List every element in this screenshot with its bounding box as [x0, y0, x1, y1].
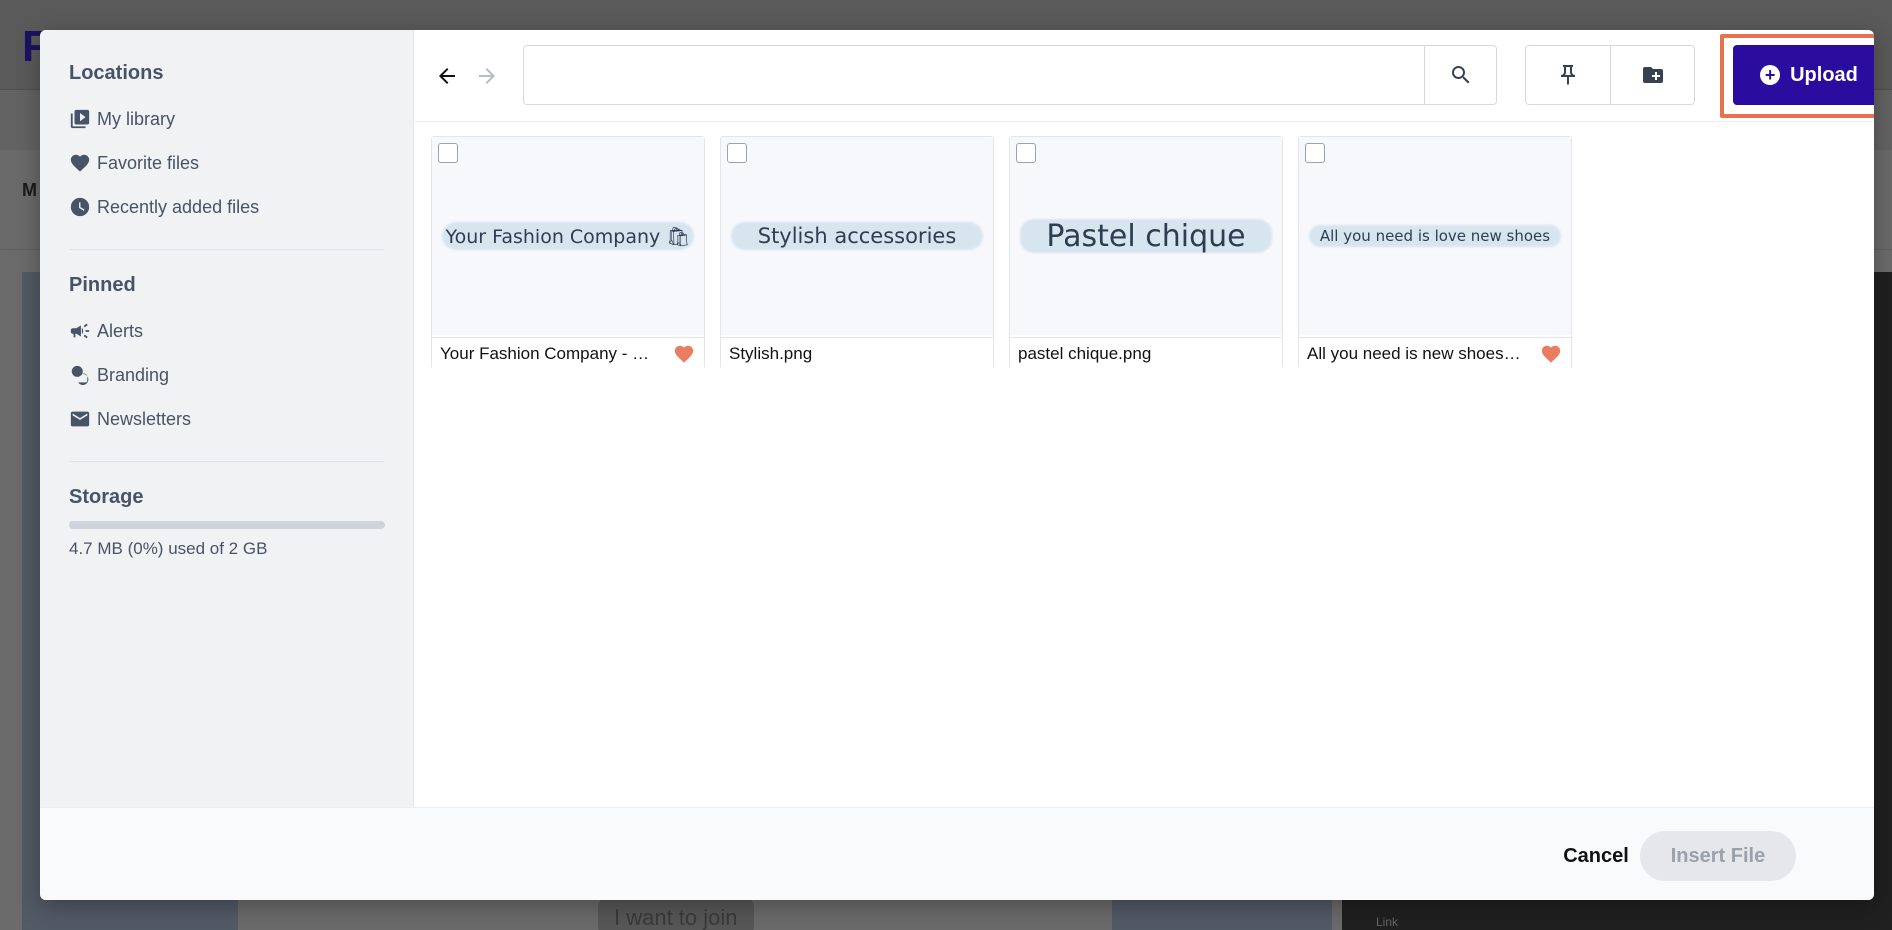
file-card[interactable]: All you need is love new shoes All you n… [1298, 136, 1572, 369]
folder-plus-icon [1642, 67, 1663, 83]
sidebar: Locations My library Favorite files Rece… [40, 30, 414, 807]
stamp-icon [69, 364, 91, 386]
file-label: pastel chique.png [1010, 337, 1282, 369]
file-picker-modal: Locations My library Favorite files Rece… [40, 30, 1874, 900]
clock-icon [69, 196, 91, 218]
background-menu-text: M [22, 180, 37, 200]
file-label: Stylish.png [721, 337, 993, 369]
search-icon [1451, 66, 1469, 84]
thumbnail-text: Your Fashion Company 🛍 [445, 225, 691, 248]
file-card[interactable]: Your Fashion Company 🛍 Your Fashion Comp… [431, 136, 705, 369]
main-panel: + Upload Your Fashion Company 🛍 Your Fas… [415, 30, 1874, 807]
storage-heading: Storage [69, 486, 144, 508]
pinned-heading: Pinned [69, 274, 136, 296]
search-box [523, 45, 1497, 105]
file-name: All you need is new shoes… [1307, 343, 1521, 363]
thumbnail-text: Stylish accessories [757, 224, 957, 248]
new-folder-button[interactable] [1610, 46, 1694, 104]
heart-icon [69, 152, 91, 174]
file-label: Your Fashion Company - … [432, 337, 704, 369]
sidebar-item-alerts[interactable]: Alerts [69, 309, 384, 353]
favorite-heart-icon[interactable] [672, 343, 696, 365]
sidebar-item-label: Favorite files [97, 152, 200, 173]
search-button[interactable] [1424, 46, 1496, 104]
megaphone-icon [69, 320, 91, 342]
sidebar-item-label: Recently added files [97, 196, 260, 217]
sidebar-divider [69, 461, 384, 462]
thumbnail-text: Pastel chique [1046, 218, 1246, 254]
file-label: All you need is new shoes… [1299, 337, 1571, 369]
pin-icon [1561, 65, 1575, 85]
plus-circle-icon: + [1760, 65, 1781, 85]
file-grid: Your Fashion Company 🛍 Your Fashion Comp… [431, 136, 1572, 369]
sidebar-item-branding[interactable]: Branding [69, 353, 384, 397]
file-thumbnail: Your Fashion Company 🛍 [432, 137, 704, 335]
file-checkbox[interactable] [727, 143, 747, 163]
file-checkbox[interactable] [1305, 143, 1325, 163]
modal-footer: Cancel Insert File [40, 807, 1874, 900]
file-name: Stylish.png [729, 343, 813, 363]
tool-group [1525, 45, 1695, 105]
library-icon [69, 108, 91, 130]
file-card[interactable]: Stylish accessories Stylish.png [720, 136, 994, 369]
file-thumbnail: All you need is love new shoes [1299, 137, 1571, 335]
cancel-button[interactable]: Cancel [1536, 831, 1656, 881]
sidebar-item-favorite-files[interactable]: Favorite files [69, 141, 384, 185]
arrow-right-icon [479, 68, 495, 84]
file-checkbox[interactable] [438, 143, 458, 163]
arrow-left-icon [439, 68, 455, 84]
search-input[interactable] [524, 46, 1424, 104]
background-dark-label: Link [1376, 915, 1399, 929]
sidebar-item-my-library[interactable]: My library [69, 97, 384, 141]
storage-bar [69, 521, 385, 529]
sidebar-item-label: Newsletters [97, 408, 192, 429]
forward-button[interactable] [471, 60, 503, 92]
sidebar-item-newsletters[interactable]: Newsletters [69, 397, 384, 441]
sidebar-item-label: My library [97, 108, 176, 129]
sidebar-item-recently-added[interactable]: Recently added files [69, 185, 384, 229]
file-card[interactable]: Pastel chique pastel chique.png [1009, 136, 1283, 369]
file-thumbnail: Stylish accessories [721, 137, 993, 335]
mail-icon [69, 408, 91, 430]
upload-label: Upload [1790, 63, 1858, 86]
storage-text: 4.7 MB (0%) used of 2 GB [69, 539, 268, 558]
file-thumbnail: Pastel chique [1010, 137, 1282, 335]
locations-heading: Locations [69, 62, 164, 84]
background-join-button: I want to join [598, 897, 754, 930]
pin-button[interactable] [1526, 46, 1610, 104]
file-name: pastel chique.png [1018, 343, 1152, 363]
sidebar-item-label: Alerts [97, 320, 144, 341]
sidebar-item-label: Branding [97, 364, 170, 385]
thumbnail-text: All you need is love new shoes [1319, 227, 1551, 245]
toolbar: + Upload [415, 30, 1874, 122]
file-checkbox[interactable] [1016, 143, 1036, 163]
insert-file-button[interactable]: Insert File [1640, 831, 1796, 881]
upload-button[interactable]: + Upload [1733, 45, 1874, 105]
favorite-heart-icon[interactable] [1539, 343, 1563, 365]
back-button[interactable] [431, 60, 463, 92]
file-name: Your Fashion Company - … [440, 343, 650, 363]
sidebar-divider [69, 249, 384, 250]
